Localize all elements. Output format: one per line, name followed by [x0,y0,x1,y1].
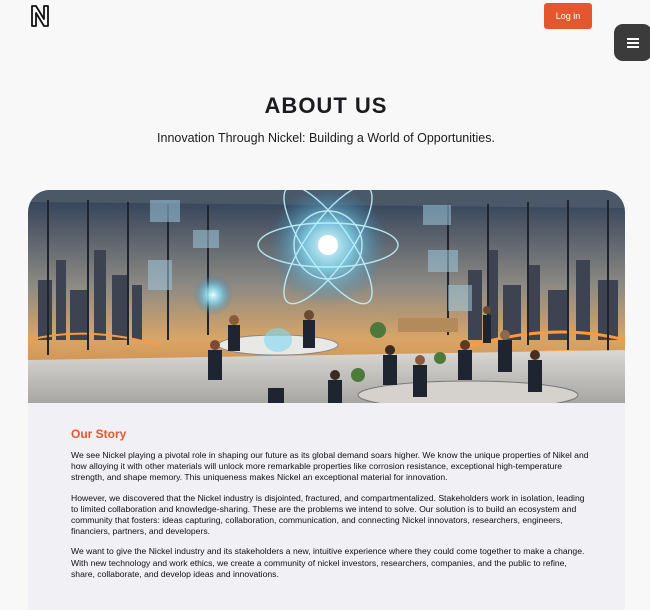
page-title: ABOUT US [264,93,388,118]
story-paragraph: We want to give the Nickel industry and … [71,546,585,579]
menu-button[interactable] [614,24,650,61]
office-hero-image [28,190,625,403]
hamburger-menu-icon [627,37,639,48]
our-story-section: Our Story We see Nickel playing a pivota… [71,427,591,589]
our-story-heading: Our Story [71,427,127,441]
story-paragraph: However, we discovered that the Nickel i… [71,492,585,537]
nickel-logo-icon[interactable] [28,4,52,28]
page-subtitle: Innovation Through Nickel: Building a Wo… [157,131,495,145]
about-card: Our Story We see Nickel playing a pivota… [28,190,625,610]
story-paragraph: We see Nickel playing a pivotal role in … [71,450,589,483]
login-button[interactable]: Log in [544,3,592,29]
